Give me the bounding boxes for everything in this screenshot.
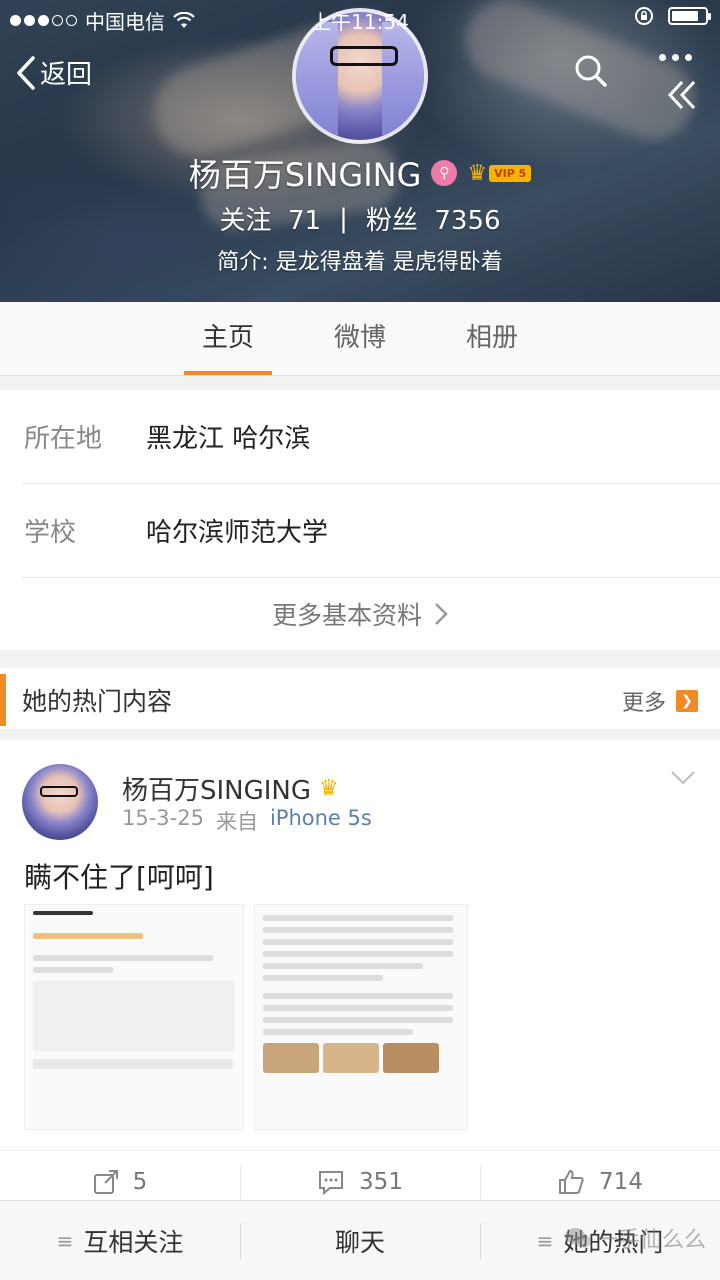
chat-label: 聊天 — [334, 1227, 385, 1257]
info-row-location: 所在地 黑龙江 哈尔滨 — [22, 390, 720, 484]
post-source-prefix: 来自 — [215, 810, 258, 834]
crown-icon: ♛ — [467, 160, 488, 186]
profile-name-row: 杨百万SINGING ⚲ ♛ VIP 5 — [0, 150, 720, 196]
chevron-left-icon — [17, 55, 35, 90]
like-count: 714 — [599, 1168, 643, 1195]
post-meta: 15-3-25 来自 iPhone 5s — [122, 806, 372, 836]
tab-weibo[interactable]: 微博 — [294, 302, 426, 375]
profile-bio: 简介: 是龙得盘着 是虎得卧着 — [217, 250, 503, 275]
watermark-text: 一手仙么么 — [595, 1228, 706, 1253]
post-source[interactable]: iPhone 5s — [270, 806, 372, 836]
chevron-right-icon — [435, 603, 448, 625]
follow-stat[interactable]: 关注 71 — [219, 200, 321, 237]
status-bar: 中国电信 上午11:54 — [0, 0, 720, 36]
arrow-right-icon: ❯ — [676, 690, 698, 712]
post-card[interactable]: 杨百万SINGING ♛ 15-3-25 来自 iPhone 5s 瞒不住了[呵… — [0, 740, 720, 1150]
post-image-1[interactable] — [24, 904, 244, 1130]
school-label: 学校 — [24, 518, 77, 548]
info-row-school: 学校 哈尔滨师范大学 — [22, 484, 720, 578]
watermark: 一手仙么么 — [564, 1222, 706, 1254]
basic-info: 所在地 黑龙江 哈尔滨 学校 哈尔滨师范大学 更多基本资料 — [0, 390, 720, 650]
post-menu-button[interactable] — [670, 770, 696, 790]
more-options-button[interactable] — [659, 54, 692, 61]
double-chevron-left-icon — [667, 80, 696, 110]
search-button[interactable] — [574, 54, 608, 92]
nav-bar: 返回 — [0, 50, 720, 110]
stats-separator: | — [339, 203, 348, 234]
profile-tabs: 主页 微博 相册 — [0, 302, 720, 376]
follow-each-label: 互相关注 — [83, 1227, 184, 1257]
profile-page: 中国电信 上午11:54 返回 杨百万SINGING ⚲ ♛ VIP 5 关注 … — [0, 0, 720, 1280]
profile-name: 杨百万SINGING — [188, 156, 422, 194]
rotation-lock-icon — [635, 7, 653, 25]
crown-icon: ♛ — [319, 776, 339, 801]
tab-album[interactable]: 相册 — [426, 302, 558, 375]
status-time: 上午11:54 — [311, 10, 409, 34]
hot-content-header: 她的热门内容 更多 ❯ — [0, 668, 720, 730]
location-value: 黑龙江 哈尔滨 — [146, 424, 311, 454]
school-value: 哈尔滨师范大学 — [146, 518, 329, 548]
search-icon — [575, 55, 607, 87]
collapse-button[interactable] — [664, 78, 698, 116]
menu-lines-icon: ≡ — [56, 1228, 74, 1253]
post-text: 瞒不住了[呵呵] — [24, 861, 214, 894]
post-author[interactable]: 杨百万SINGING — [122, 770, 311, 807]
battery-icon — [668, 7, 711, 25]
wechat-logo-icon — [564, 1228, 591, 1248]
comment-count: 351 — [359, 1168, 403, 1195]
location-label: 所在地 — [24, 424, 103, 454]
repost-icon — [93, 1169, 118, 1194]
follow-each-button[interactable]: ≡ 互相关注 — [0, 1201, 240, 1280]
hot-content-title: 她的热门内容 — [22, 687, 173, 716]
comment-icon — [319, 1170, 344, 1195]
vip-badge[interactable]: ♛ VIP 5 — [467, 160, 532, 186]
profile-header: 中国电信 上午11:54 返回 杨百万SINGING ⚲ ♛ VIP 5 关注 … — [0, 0, 720, 302]
fans-count: 7356 — [434, 206, 501, 236]
back-button[interactable]: 返回 — [16, 54, 92, 91]
repost-count: 5 — [132, 1168, 148, 1195]
hot-more-button[interactable]: 更多 ❯ — [622, 685, 698, 717]
tab-home[interactable]: 主页 — [162, 302, 294, 375]
verified-search-icon[interactable]: ⚲ — [431, 160, 458, 186]
profile-stats: 关注 71 | 粉丝 7356 — [0, 200, 720, 237]
chevron-down-icon — [671, 771, 695, 785]
post-date: 15-3-25 — [122, 806, 204, 830]
section-accent-bar — [0, 674, 6, 726]
thumbs-up-icon — [559, 1169, 584, 1194]
more-dots-icon — [659, 54, 666, 61]
menu-lines-icon: ≡ — [536, 1228, 554, 1253]
vip-level: VIP 5 — [489, 164, 532, 182]
follow-count: 71 — [287, 206, 322, 236]
post-image-2[interactable] — [254, 904, 468, 1130]
chat-button[interactable]: 聊天 — [240, 1201, 480, 1280]
post-author-row: 杨百万SINGING ♛ — [122, 770, 339, 807]
hot-more-label: 更多 — [621, 691, 666, 716]
more-info-label: 更多基本资料 — [271, 601, 422, 630]
fans-stat[interactable]: 粉丝 7356 — [366, 200, 501, 237]
back-label: 返回 — [40, 60, 93, 90]
post-avatar[interactable] — [22, 764, 98, 840]
more-info-button[interactable]: 更多基本资料 — [0, 578, 720, 650]
